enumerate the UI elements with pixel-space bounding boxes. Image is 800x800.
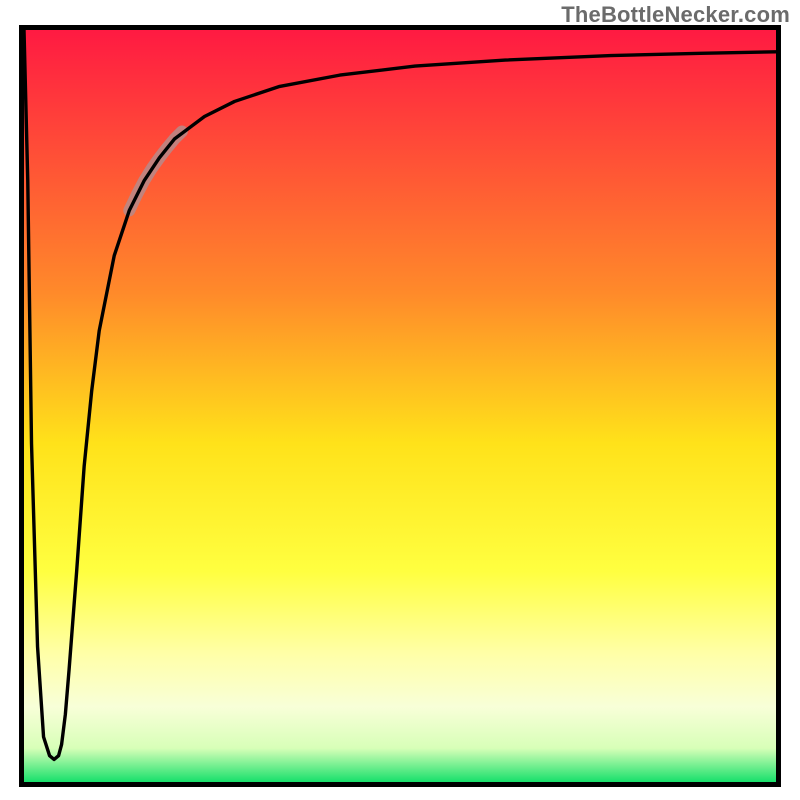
chart-svg bbox=[24, 30, 776, 782]
plot-area bbox=[19, 25, 781, 787]
chart-figure: TheBottleNecker.com bbox=[0, 0, 800, 800]
background-gradient bbox=[24, 30, 776, 782]
